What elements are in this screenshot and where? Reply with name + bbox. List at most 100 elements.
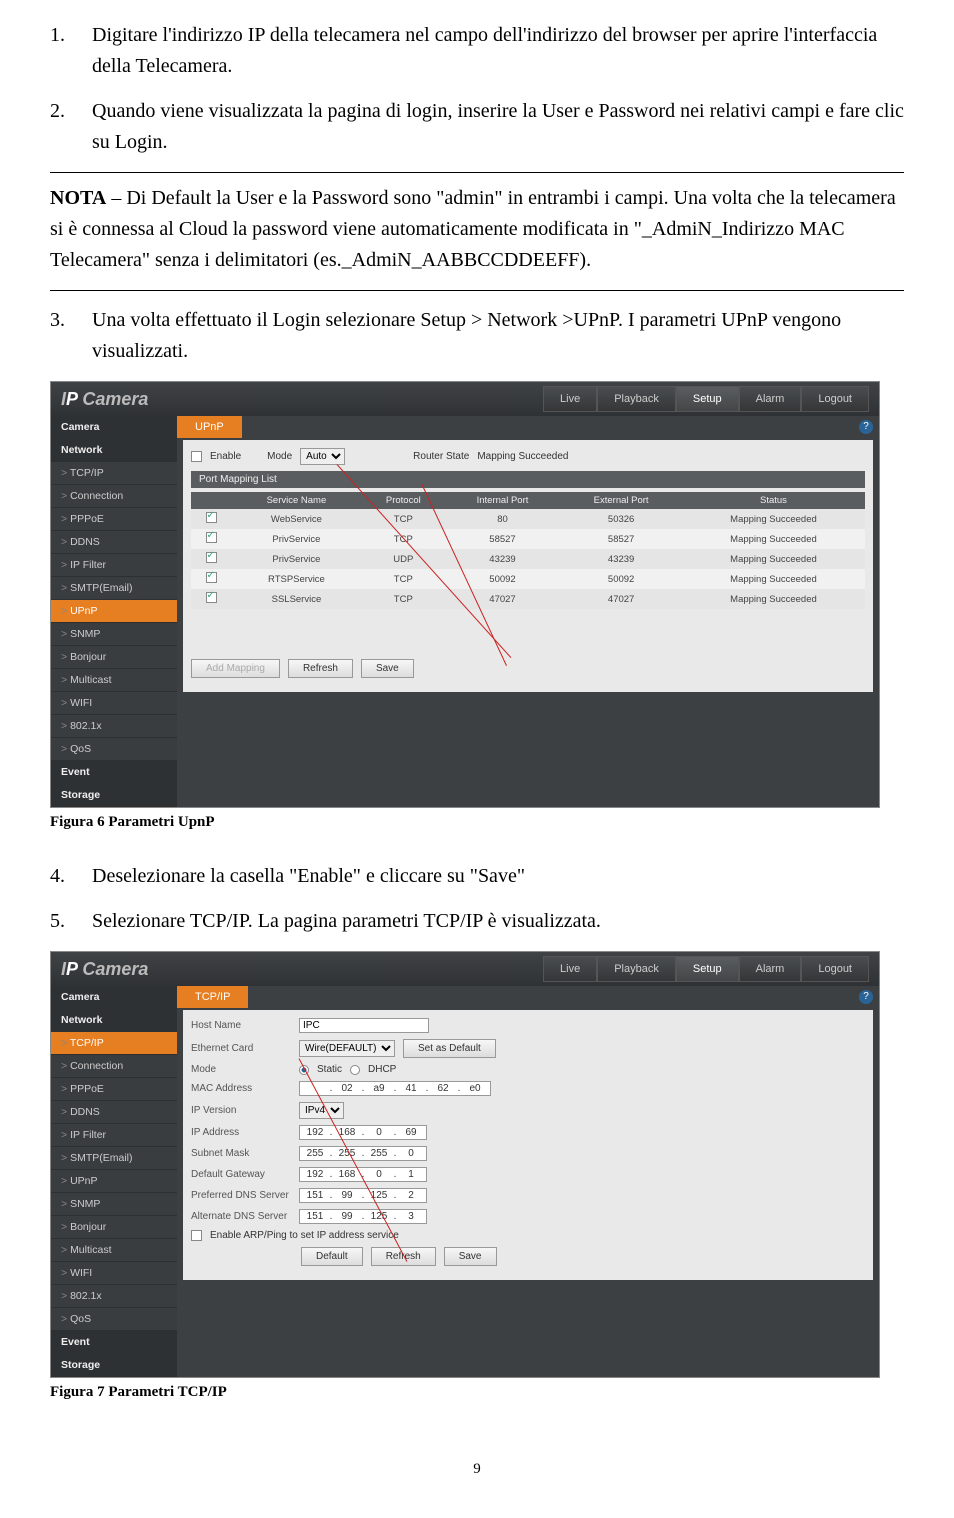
- tab-playback[interactable]: Playback: [597, 956, 676, 982]
- sidebar-item-camera[interactable]: Camera: [51, 986, 177, 1009]
- col-internal: Internal Port: [445, 492, 561, 509]
- figure-6-screenshot: IP Camera Live Playback Setup Alarm Logo…: [50, 381, 880, 808]
- ipver-select[interactable]: IPv4: [299, 1102, 344, 1119]
- sidebar-item-bonjour[interactable]: Bonjour: [51, 646, 177, 669]
- table-row: RTSPServiceTCP5009250092Mapping Succeede…: [191, 569, 865, 589]
- sidebar-item-ddns[interactable]: DDNS: [51, 531, 177, 554]
- top-tabs: Live Playback Setup Alarm Logout: [543, 386, 869, 412]
- tab-alarm[interactable]: Alarm: [739, 386, 802, 412]
- tab-alarm[interactable]: Alarm: [739, 956, 802, 982]
- save-button[interactable]: Save: [444, 1247, 497, 1266]
- note-box: NOTA – Di Default la User e la Password …: [50, 172, 904, 291]
- step-text: Una volta effettuato il Login selezionar…: [92, 305, 904, 367]
- main-panel: UPnP ? Enable Mode Auto Router State Map…: [177, 416, 879, 807]
- step-2: 2. Quando viene visualizzata la pagina d…: [50, 96, 904, 158]
- refresh-button[interactable]: Refresh: [288, 659, 353, 678]
- eth-select[interactable]: Wire(DEFAULT): [299, 1040, 395, 1057]
- set-default-button[interactable]: Set as Default: [403, 1039, 496, 1058]
- enable-checkbox[interactable]: [191, 451, 202, 462]
- tab-logout[interactable]: Logout: [801, 386, 869, 412]
- sidebar-item-ipfilter[interactable]: IP Filter: [51, 554, 177, 577]
- tab-live[interactable]: Live: [543, 956, 597, 982]
- sidebar-item-pppoe[interactable]: PPPoE: [51, 508, 177, 531]
- sidebar-item-multicast[interactable]: Multicast: [51, 669, 177, 692]
- sidebar-item-ipfilter[interactable]: IP Filter: [51, 1124, 177, 1147]
- sidebar-item-qos[interactable]: QoS: [51, 738, 177, 761]
- sidebar-item-upnp[interactable]: UPnP: [51, 600, 177, 623]
- default-button[interactable]: Default: [301, 1247, 363, 1266]
- sidebar-item-tcpip[interactable]: TCP/IP: [51, 1032, 177, 1055]
- mode-label: Mode: [191, 1064, 291, 1075]
- sidebar-item-smtp[interactable]: SMTP(Email): [51, 577, 177, 600]
- sidebar-item-connection[interactable]: Connection: [51, 485, 177, 508]
- eth-label: Ethernet Card: [191, 1043, 291, 1054]
- tab-live[interactable]: Live: [543, 386, 597, 412]
- sidebar-item-camera[interactable]: Camera: [51, 416, 177, 439]
- tab-logout[interactable]: Logout: [801, 956, 869, 982]
- figure-6-caption: Figura 6 Parametri UpnP: [50, 814, 904, 831]
- save-button[interactable]: Save: [361, 659, 414, 678]
- step-4: 4. Deselezionare la casella "Enable" e c…: [50, 861, 904, 892]
- tab-setup[interactable]: Setup: [676, 386, 739, 412]
- sidebar-item-ddns[interactable]: DDNS: [51, 1101, 177, 1124]
- step-text: Quando viene visualizzata la pagina di l…: [92, 96, 904, 158]
- step-5: 5. Selezionare TCP/IP. La pagina paramet…: [50, 906, 904, 937]
- sidebar-item-bonjour[interactable]: Bonjour: [51, 1216, 177, 1239]
- dns1-input[interactable]: 151.99.125.2: [299, 1188, 427, 1203]
- mask-input[interactable]: 255.255.255.0: [299, 1146, 427, 1161]
- port-mapping-header: Port Mapping List: [191, 471, 865, 488]
- ipaddr-label: IP Address: [191, 1127, 291, 1138]
- figure-7-screenshot: IP Camera Live Playback Setup Alarm Logo…: [50, 951, 880, 1378]
- table-row: SSLServiceTCP4702747027Mapping Succeeded: [191, 589, 865, 609]
- tab-playback[interactable]: Playback: [597, 386, 676, 412]
- port-mapping-table: Service Name Protocol Internal Port Exte…: [191, 492, 865, 609]
- step-number: 3.: [50, 305, 92, 367]
- sidebar-item-upnp[interactable]: UPnP: [51, 1170, 177, 1193]
- sidebar-item-smtp[interactable]: SMTP(Email): [51, 1147, 177, 1170]
- sidebar-item-snmp[interactable]: SNMP: [51, 623, 177, 646]
- app-topbar: IP Camera Live Playback Setup Alarm Logo…: [51, 382, 879, 416]
- sidebar-item-8021x[interactable]: 802.1x: [51, 715, 177, 738]
- main-panel: TCP/IP ? Host Name Ethernet Card Wire(DE…: [177, 986, 879, 1377]
- sidebar-item-event[interactable]: Event: [51, 1331, 177, 1354]
- dns2-input[interactable]: 151.99.125.3: [299, 1209, 427, 1224]
- sidebar-item-storage[interactable]: Storage: [51, 784, 177, 807]
- ipaddr-input[interactable]: 192.168.0.69: [299, 1125, 427, 1140]
- host-input[interactable]: [299, 1018, 429, 1033]
- help-icon[interactable]: ?: [859, 990, 873, 1004]
- sidebar-item-event[interactable]: Event: [51, 761, 177, 784]
- sidebar-item-connection[interactable]: Connection: [51, 1055, 177, 1078]
- sidebar: Camera Network TCP/IP Connection PPPoE D…: [51, 986, 177, 1377]
- help-icon[interactable]: ?: [859, 420, 873, 434]
- ipver-label: IP Version: [191, 1105, 291, 1116]
- add-mapping-button[interactable]: Add Mapping: [191, 659, 280, 678]
- step-3: 3. Una volta effettuato il Login selezio…: [50, 305, 904, 367]
- breadcrumb: UPnP: [177, 416, 242, 438]
- step-text: Selezionare TCP/IP. La pagina parametri …: [92, 906, 601, 937]
- sidebar-item-8021x[interactable]: 802.1x: [51, 1285, 177, 1308]
- arp-checkbox[interactable]: [191, 1230, 202, 1241]
- sidebar-item-pppoe[interactable]: PPPoE: [51, 1078, 177, 1101]
- sidebar-item-wifi[interactable]: WIFI: [51, 1262, 177, 1285]
- sidebar-item-storage[interactable]: Storage: [51, 1354, 177, 1377]
- dhcp-radio[interactable]: [350, 1065, 360, 1075]
- host-label: Host Name: [191, 1020, 291, 1031]
- sidebar-item-multicast[interactable]: Multicast: [51, 1239, 177, 1262]
- table-row: PrivServiceUDP4323943239Mapping Succeede…: [191, 549, 865, 569]
- sidebar-item-snmp[interactable]: SNMP: [51, 1193, 177, 1216]
- sidebar-item-network[interactable]: Network: [51, 439, 177, 462]
- app-brand: IP Camera: [61, 389, 543, 410]
- instruction-list: 4. Deselezionare la casella "Enable" e c…: [50, 861, 904, 937]
- sidebar-item-tcpip[interactable]: TCP/IP: [51, 462, 177, 485]
- sidebar-item-network[interactable]: Network: [51, 1009, 177, 1032]
- step-number: 4.: [50, 861, 92, 892]
- dns1-label: Preferred DNS Server: [191, 1190, 291, 1201]
- sidebar-item-qos[interactable]: QoS: [51, 1308, 177, 1331]
- mode-select[interactable]: Auto: [300, 448, 345, 465]
- note-label: NOTA: [50, 187, 106, 209]
- router-value: Mapping Succeeded: [477, 451, 568, 462]
- sidebar-item-wifi[interactable]: WIFI: [51, 692, 177, 715]
- step-number: 1.: [50, 20, 92, 82]
- tab-setup[interactable]: Setup: [676, 956, 739, 982]
- mac-label: MAC Address: [191, 1083, 291, 1094]
